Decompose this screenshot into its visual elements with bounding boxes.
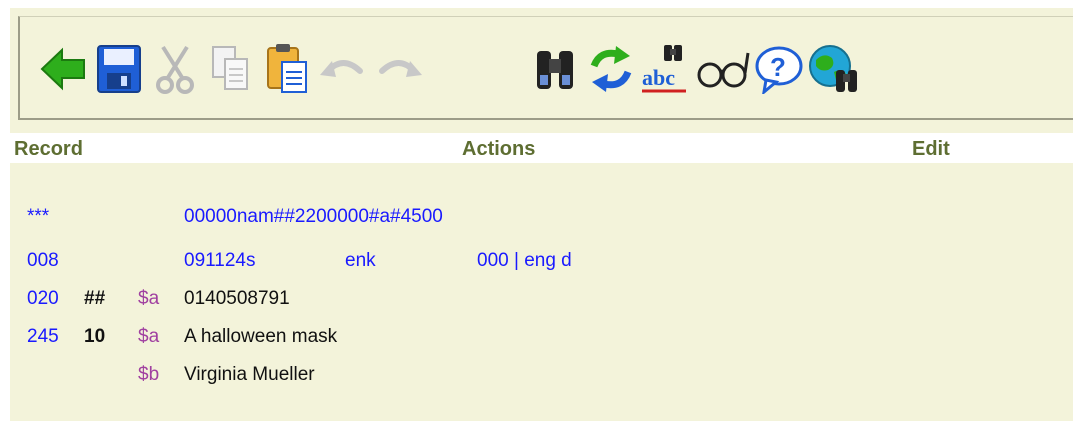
field-008-date[interactable]: 091124s <box>184 250 256 272</box>
menu-record[interactable]: Record <box>14 138 83 161</box>
find-icon[interactable] <box>528 37 582 101</box>
leader-row: *** 00000nam##2200000#a#4500 <box>0 206 1073 232</box>
field-tag[interactable]: 008 <box>27 250 59 272</box>
preview-icon[interactable] <box>696 37 750 101</box>
spellcheck-icon[interactable]: abc <box>640 37 694 101</box>
subfield-code[interactable]: $a <box>138 326 159 348</box>
field-tag[interactable]: 245 <box>27 326 59 348</box>
field-008-row: 008 091124s enk 000 | eng d <box>0 250 1073 276</box>
subfield-value[interactable]: A halloween mask <box>184 326 337 348</box>
toolbar: abc ? <box>18 16 1073 120</box>
indicators[interactable]: ## <box>84 288 105 310</box>
leader-value[interactable]: 00000nam##2200000#a#4500 <box>184 206 443 228</box>
subfield-value[interactable]: Virginia Mueller <box>184 364 315 386</box>
copy-icon[interactable] <box>204 37 258 101</box>
save-icon[interactable] <box>92 37 146 101</box>
svg-text:?: ? <box>770 52 786 82</box>
field-008-lang[interactable]: 000 | eng d <box>477 250 572 272</box>
field-245-row: 245 10 $a A halloween mask <box>0 326 1073 352</box>
subfield-value[interactable]: 0140508791 <box>184 288 290 310</box>
menubar: Record Actions Edit <box>10 133 1073 163</box>
menu-actions[interactable]: Actions <box>462 138 535 161</box>
help-icon[interactable]: ? <box>752 37 806 101</box>
paste-icon[interactable] <box>260 37 314 101</box>
field-008-place[interactable]: enk <box>345 250 376 272</box>
indicators[interactable]: 10 <box>84 326 105 348</box>
field-020-row: 020 ## $a 0140508791 <box>0 288 1073 314</box>
redo-icon[interactable] <box>372 37 426 101</box>
refresh-icon[interactable] <box>584 37 638 101</box>
back-arrow-icon[interactable] <box>36 37 90 101</box>
field-tag[interactable]: *** <box>27 206 49 228</box>
field-tag[interactable]: 020 <box>27 288 59 310</box>
subfield-code[interactable]: $a <box>138 288 159 310</box>
svg-text:abc: abc <box>642 65 675 90</box>
cut-icon[interactable] <box>148 37 202 101</box>
menu-edit[interactable]: Edit <box>912 138 950 161</box>
subfield-code[interactable]: $b <box>138 364 159 386</box>
web-search-icon[interactable] <box>806 37 860 101</box>
undo-icon[interactable] <box>316 37 370 101</box>
field-245b-row: $b Virginia Mueller <box>0 364 1073 390</box>
